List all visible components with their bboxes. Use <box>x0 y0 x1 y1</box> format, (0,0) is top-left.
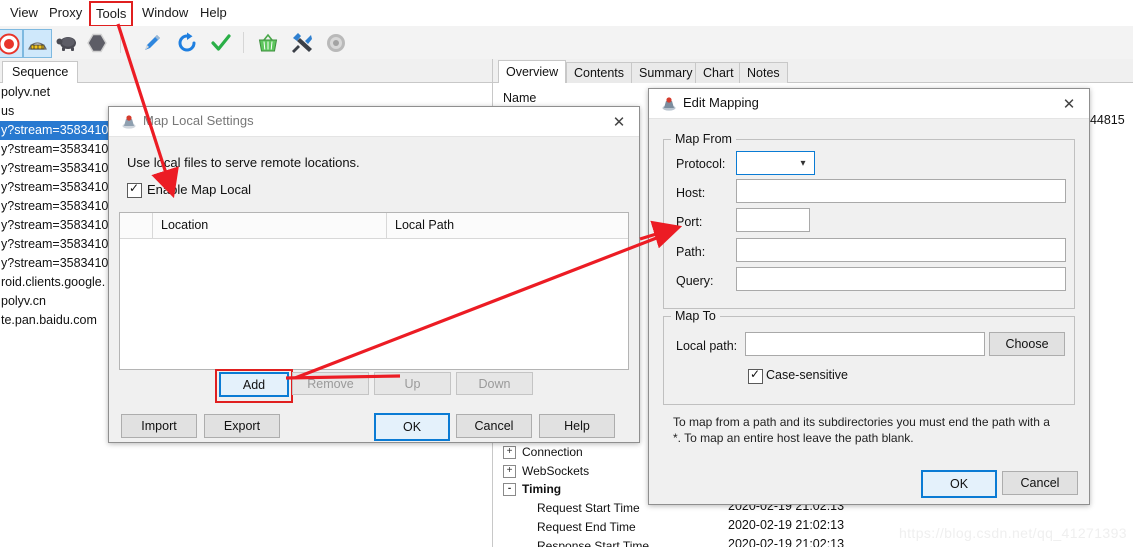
local-path-input[interactable] <box>745 332 985 356</box>
response-start-time-value: 2020-02-19 21:02:13 <box>728 537 845 547</box>
request-end-time-value: 2020-02-19 21:02:13 <box>728 518 845 532</box>
header-separator <box>386 213 387 238</box>
tree-row-timing[interactable]: - Timing <box>503 480 561 499</box>
tab-contents[interactable]: Contents <box>566 62 633 83</box>
protocol-label: Protocol: <box>676 157 726 171</box>
header-separator <box>152 213 153 238</box>
menu-item-view[interactable]: View <box>6 4 42 22</box>
tree-row-response-start-time: Response Start Time <box>537 537 649 547</box>
tree-row-label: Timing <box>522 482 562 496</box>
chevron-down-icon[interactable]: ▾ <box>792 152 814 174</box>
charles-app-icon <box>661 96 677 112</box>
tab-summary[interactable]: Summary <box>631 62 701 83</box>
map-local-titlebar: Map Local Settings ✕ <box>109 107 639 137</box>
expander-icon[interactable]: + <box>503 446 516 460</box>
up-button: Up <box>374 372 451 395</box>
toolbar-separator <box>120 32 121 53</box>
menu-item-proxy[interactable]: Proxy <box>45 4 86 22</box>
tab-notes[interactable]: Notes <box>739 62 788 83</box>
compose-pen-icon[interactable] <box>138 29 165 56</box>
edit-mapping-cancel-button[interactable]: Cancel <box>1002 471 1078 495</box>
import-button[interactable]: Import <box>121 414 197 438</box>
path-input[interactable] <box>736 238 1066 262</box>
case-sensitive-checkbox[interactable] <box>748 367 763 384</box>
list-item[interactable]: polyv.net <box>0 83 492 102</box>
mappings-list-header: Location Local Path <box>120 213 628 239</box>
toolbar-separator-2 <box>243 32 244 53</box>
edit-mapping-titlebar: Edit Mapping ✕ <box>649 89 1089 119</box>
tree-row-connection[interactable]: + Connection <box>503 443 583 462</box>
path-label: Path: <box>676 245 706 259</box>
query-label: Query: <box>676 274 714 288</box>
map-local-description: Use local files to serve remote location… <box>127 155 360 170</box>
choose-button[interactable]: Choose <box>989 332 1065 356</box>
menu-item-help[interactable]: Help <box>196 4 231 22</box>
query-input[interactable] <box>736 267 1066 291</box>
ok-button[interactable]: OK <box>374 413 450 441</box>
stop-hexagon-icon[interactable] <box>83 29 110 56</box>
charles-app-icon <box>121 114 137 130</box>
basket-icon[interactable] <box>254 29 281 56</box>
record-icon[interactable] <box>0 29 23 58</box>
cancel-button[interactable]: Cancel <box>456 414 532 438</box>
column-header-location: Location <box>161 218 209 232</box>
down-button: Down <box>456 372 533 395</box>
tree-row-label: Response Start Time <box>537 539 650 547</box>
mapping-hint-text: To map from a path and its subdirectorie… <box>673 415 1050 445</box>
menu-bar: View Proxy Tools Window Help <box>0 0 1133 27</box>
tree-row-label: Connection <box>522 445 583 459</box>
help-button[interactable]: Help <box>539 414 615 438</box>
map-to-group <box>663 316 1075 405</box>
local-path-label: Local path: <box>676 339 738 353</box>
expander-icon[interactable]: - <box>503 483 516 497</box>
toolbar <box>0 26 1133 60</box>
host-label: Host: <box>676 186 706 200</box>
port-input[interactable] <box>736 208 810 232</box>
close-icon[interactable]: ✕ <box>599 107 639 136</box>
edit-mapping-title: Edit Mapping <box>683 95 759 110</box>
host-input[interactable] <box>736 179 1066 203</box>
protocol-select[interactable]: ▾ <box>736 151 815 175</box>
tree-row-request-end-time: Request End Time <box>537 518 636 537</box>
traffic-throttle-icon[interactable] <box>23 29 52 58</box>
app-root: View Proxy Tools Window Help Sequence po… <box>0 0 1133 547</box>
tree-row-label: WebSockets <box>522 464 590 478</box>
column-header-local-path: Local Path <box>395 218 455 232</box>
sequence-tab-row: Sequence <box>0 59 492 83</box>
remove-button: Remove <box>292 372 369 395</box>
edit-mapping-dialog: Edit Mapping ✕ Map From Protocol: ▾ 配置你的… <box>648 88 1090 505</box>
mappings-list[interactable]: Location Local Path <box>119 212 629 370</box>
overview-column-header: Name <box>503 91 537 105</box>
repeat-refresh-icon[interactable] <box>173 29 200 56</box>
tools-wrench-icon[interactable] <box>288 29 315 56</box>
export-button[interactable]: Export <box>204 414 280 438</box>
close-icon[interactable]: ✕ <box>1049 89 1089 118</box>
tree-row-label: Request Start Time <box>537 501 640 515</box>
expander-icon[interactable]: + <box>503 465 516 479</box>
map-to-group-label: Map To <box>671 309 720 323</box>
tree-row-websockets[interactable]: + WebSockets <box>503 462 589 481</box>
add-button[interactable]: Add <box>219 372 289 397</box>
menu-item-window[interactable]: Window <box>138 4 192 22</box>
edit-mapping-ok-button[interactable]: OK <box>921 470 997 498</box>
case-sensitive-label: Case-sensitive <box>766 368 848 382</box>
map-from-group-label: Map From <box>671 132 736 146</box>
map-local-title: Map Local Settings <box>143 113 254 128</box>
tab-sequence[interactable]: Sequence <box>2 61 79 83</box>
enable-map-local-checkbox[interactable] <box>127 181 142 198</box>
turtle-icon[interactable] <box>53 29 80 56</box>
tree-row-request-start-time: Request Start Time <box>537 499 640 518</box>
tab-chart[interactable]: Chart <box>695 62 742 83</box>
detail-tab-row: Overview Contents Summary Chart Notes <box>493 59 1133 83</box>
map-local-settings-dialog: Map Local Settings ✕ Use local files to … <box>108 106 640 443</box>
tree-row-label: Request End Time <box>537 520 636 534</box>
enable-map-local-label: Enable Map Local <box>147 182 252 197</box>
port-label: Port: <box>676 215 703 229</box>
watermark: https://blog.csdn.net/qq_41271393 <box>898 525 1127 541</box>
validate-check-icon[interactable] <box>207 29 234 56</box>
settings-gear-icon[interactable] <box>322 29 349 56</box>
tab-overview[interactable]: Overview <box>498 60 567 83</box>
menu-item-tools[interactable]: Tools <box>89 1 134 27</box>
